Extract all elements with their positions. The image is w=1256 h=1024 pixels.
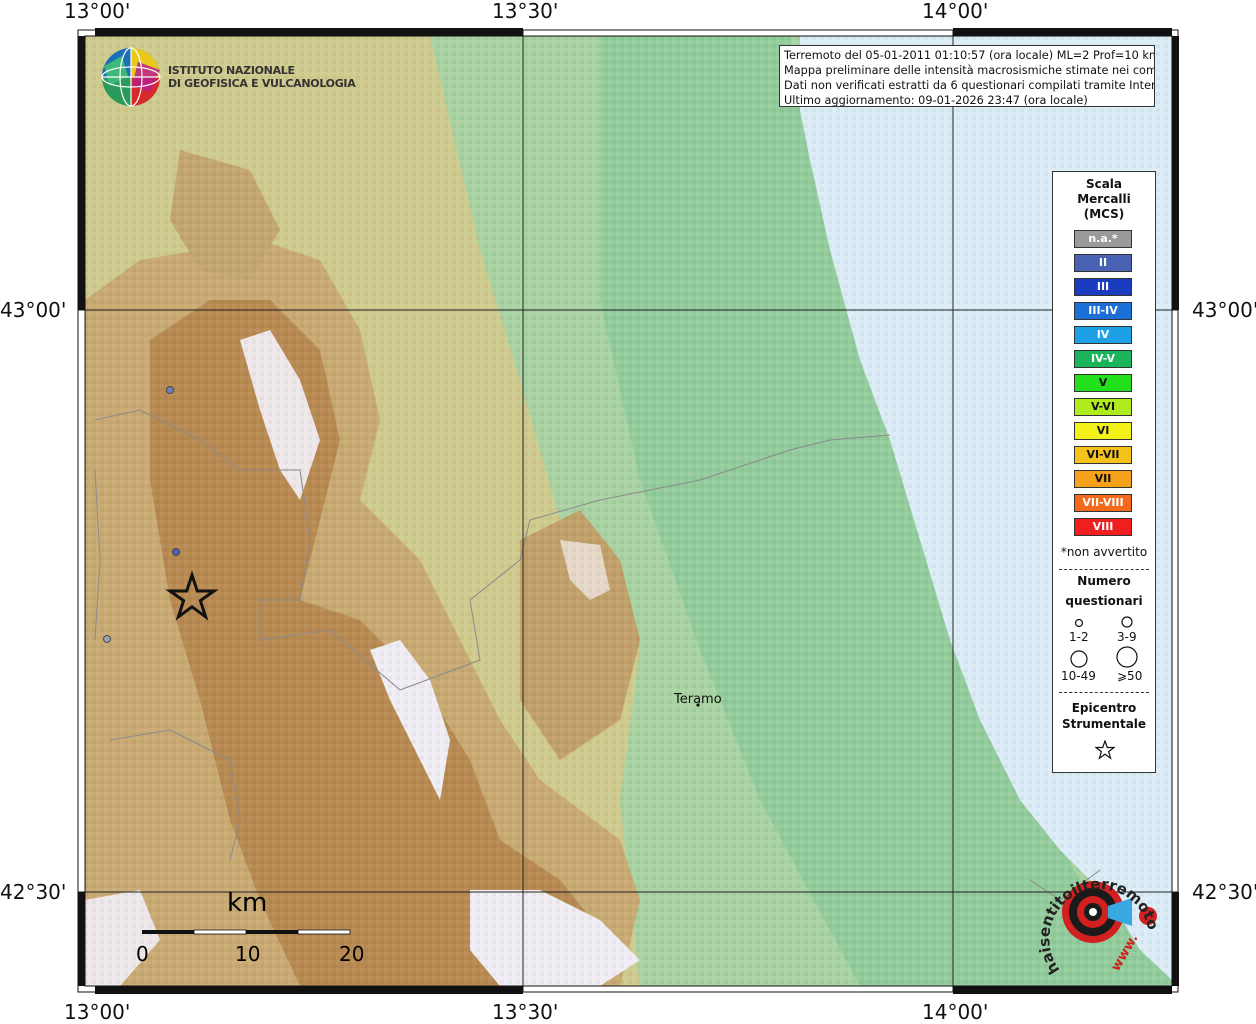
mcs-swatch: VI <box>1074 422 1132 440</box>
terrain-layer <box>85 36 1172 986</box>
legend-title-line3: (MCS) <box>1083 207 1125 221</box>
top-lon-label-1: 13°00' <box>64 0 131 23</box>
event-info-line4: Ultimo aggiornamento: 09-01-2026 23:47 (… <box>784 94 1088 107</box>
haisentito-badge-text: haisentitoilterremoto.it www. <box>1030 850 1160 978</box>
not-felt-note: *non avvertito <box>1060 545 1148 559</box>
badge-site-text: haisentitoilterremoto.it <box>1030 850 1160 978</box>
mcs-swatch: V <box>1074 374 1132 392</box>
epicenter-legend-star-icon <box>1095 740 1115 760</box>
epicenter-title-line1: Epicentro <box>1071 701 1137 715</box>
left-lat-label-1: 43°00' <box>0 298 67 322</box>
legend-title-line1: Scala <box>1085 177 1123 191</box>
institute-name-line2: DI GEOFISICA E VULCANOLOGIA <box>168 77 356 90</box>
bottom-lon-label-2: 13°30' <box>492 1000 559 1024</box>
event-info-box: Terremoto del 05-01-2011 01:10:57 (ora l… <box>779 45 1155 107</box>
mcs-legend: Scala Mercalli (MCS) n.a.* II III III-IV IV I… <box>1052 171 1156 773</box>
top-lon-label-3: 14°00' <box>922 0 989 23</box>
mcs-swatch: V-VI <box>1074 398 1132 416</box>
mcs-swatch: VII-VIII <box>1074 494 1132 512</box>
scale-tick-0: 0 <box>136 942 149 966</box>
ingv-globe-icon <box>101 47 161 107</box>
intensity-point[interactable] <box>103 635 111 643</box>
mcs-swatch: VII <box>1074 470 1132 488</box>
institute-name-line1: ISTITUTO NAZIONALE <box>168 64 295 77</box>
count-title-line1: Numero <box>1077 574 1131 588</box>
scale-unit: km <box>227 888 268 918</box>
scale-tick-20: 20 <box>339 942 365 966</box>
intensity-point[interactable] <box>166 386 174 394</box>
mcs-swatch: III-IV <box>1074 302 1132 320</box>
left-lat-label-2: 42°30' <box>0 880 67 904</box>
svg-text:haisentitoilterremoto.it: haisentitoilterremoto.it <box>1030 850 1160 978</box>
mcs-swatch: IV-V <box>1074 350 1132 368</box>
count-size-3-9: 3-9 <box>1117 630 1137 644</box>
event-info-line1: Terremoto del 05-01-2011 01:10:57 (ora l… <box>784 49 1155 62</box>
scale-tick-10: 10 <box>235 942 261 966</box>
epicenter-title-line2: Strumentale <box>1061 717 1147 731</box>
institute-name: ISTITUTO NAZIONALE DI GEOFISICA E VULCAN… <box>168 64 356 90</box>
legend-divider <box>1059 692 1149 693</box>
mcs-swatch: IV <box>1074 326 1132 344</box>
count-size-1-2: 1-2 <box>1069 630 1089 644</box>
mcs-swatch: VIII <box>1074 518 1132 536</box>
top-lon-label-2: 13°30' <box>492 0 559 23</box>
mcs-swatch: VI-VII <box>1074 446 1132 464</box>
right-lat-label-1: 43°00' <box>1192 298 1256 322</box>
mcs-swatch: III <box>1074 278 1132 296</box>
count-size-10-49: 10-49 <box>1061 669 1096 683</box>
mcs-swatch: n.a.* <box>1074 230 1132 248</box>
right-lat-label-2: 42°30' <box>1192 880 1256 904</box>
count-title-line2: questionari <box>1065 594 1143 608</box>
city-label-teramo: Teramo <box>674 692 722 707</box>
legend-title: Scala Mercalli (MCS) <box>1053 177 1155 222</box>
legend-divider <box>1059 569 1149 570</box>
bottom-lon-label-1: 13°00' <box>64 1000 131 1024</box>
legend-title-line2: Mercalli <box>1077 192 1131 206</box>
badge-www-text: www. <box>1108 932 1141 974</box>
count-size-50-plus: ⩾50 <box>1117 669 1143 683</box>
event-info-line3: Dati non verificati estratti da 6 questi… <box>784 79 1155 92</box>
intensity-point[interactable] <box>172 548 180 556</box>
bottom-lon-label-3: 14°00' <box>922 1000 989 1024</box>
event-info-line2: Mappa preliminare delle intensità macros… <box>784 64 1155 77</box>
scale-bar <box>142 929 351 935</box>
mcs-swatch: II <box>1074 254 1132 272</box>
